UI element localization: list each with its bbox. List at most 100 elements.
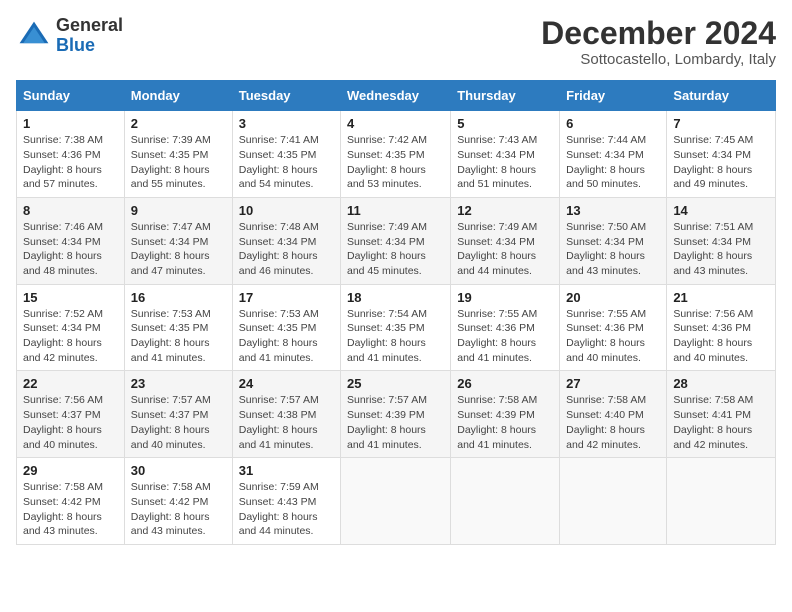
calendar-day-cell: 26 Sunrise: 7:58 AM Sunset: 4:39 PM Dayli… bbox=[451, 371, 560, 458]
header-day-thursday: Thursday bbox=[451, 81, 560, 111]
header: General Blue December 2024 Sottocastello… bbox=[16, 16, 776, 68]
logo: General Blue bbox=[16, 16, 123, 56]
calendar-day-cell: 20Sunrise: 7:55 AM Sunset: 4:36 PM Dayli… bbox=[560, 284, 667, 371]
calendar-day-cell: 16Sunrise: 7:53 AM Sunset: 4:35 PM Dayli… bbox=[124, 284, 232, 371]
day-number: 11 bbox=[347, 203, 444, 218]
day-number: 14 bbox=[673, 203, 769, 218]
calendar-day-cell: 22Sunrise: 7:56 AM Sunset: 4:37 PM Dayli… bbox=[17, 371, 125, 458]
day-info: Sunrise: 7:56 AM Sunset: 4:37 PM Dayligh… bbox=[23, 393, 118, 452]
day-info: Sunrise: 7:42 AM Sunset: 4:35 PM Dayligh… bbox=[347, 133, 444, 192]
calendar-day-cell: 10 Sunrise: 7:48 AM Sunset: 4:34 PM Dayli… bbox=[232, 197, 340, 284]
day-number: 27 bbox=[566, 376, 660, 391]
day-number: 7 bbox=[673, 116, 769, 131]
day-number: 6 bbox=[566, 116, 660, 131]
day-info: Sunrise: 7:58 AM Sunset: 4:39 PM Dayligh… bbox=[457, 393, 553, 452]
calendar-day-cell: 6Sunrise: 7:44 AM Sunset: 4:34 PM Daylig… bbox=[560, 111, 667, 198]
calendar-day-cell: 25 Sunrise: 7:57 AM Sunset: 4:39 PM Dayli… bbox=[341, 371, 451, 458]
day-number: 31 bbox=[239, 463, 334, 478]
header-day-friday: Friday bbox=[560, 81, 667, 111]
day-number: 24 bbox=[239, 376, 334, 391]
day-number: 5 bbox=[457, 116, 553, 131]
calendar-day-cell: 3 Sunrise: 7:41 AM Sunset: 4:35 PM Daylig… bbox=[232, 111, 340, 198]
calendar-week-row: 22Sunrise: 7:56 AM Sunset: 4:37 PM Dayli… bbox=[17, 371, 776, 458]
header-day-saturday: Saturday bbox=[667, 81, 776, 111]
day-number: 26 bbox=[457, 376, 553, 391]
day-number: 28 bbox=[673, 376, 769, 391]
calendar-day-cell: 31 Sunrise: 7:59 AM Sunset: 4:43 PM Dayli… bbox=[232, 458, 340, 545]
calendar-day-cell: 2Sunrise: 7:39 AM Sunset: 4:35 PM Daylig… bbox=[124, 111, 232, 198]
day-info: Sunrise: 7:57 AM Sunset: 4:38 PM Dayligh… bbox=[239, 393, 334, 452]
day-info: Sunrise: 7:52 AM Sunset: 4:34 PM Dayligh… bbox=[23, 307, 118, 366]
day-number: 18 bbox=[347, 290, 444, 305]
day-number: 16 bbox=[131, 290, 226, 305]
calendar-day-cell: 4 Sunrise: 7:42 AM Sunset: 4:35 PM Daylig… bbox=[341, 111, 451, 198]
day-info: Sunrise: 7:57 AM Sunset: 4:39 PM Dayligh… bbox=[347, 393, 444, 452]
header-day-sunday: Sunday bbox=[17, 81, 125, 111]
day-number: 29 bbox=[23, 463, 118, 478]
day-info: Sunrise: 7:59 AM Sunset: 4:43 PM Dayligh… bbox=[239, 480, 334, 539]
day-number: 3 bbox=[239, 116, 334, 131]
calendar-table: SundayMondayTuesdayWednesdayThursdayFrid… bbox=[16, 80, 776, 545]
calendar-week-row: 15 Sunrise: 7:52 AM Sunset: 4:34 PM Dayli… bbox=[17, 284, 776, 371]
calendar-day-cell: 23 Sunrise: 7:57 AM Sunset: 4:37 PM Dayli… bbox=[124, 371, 232, 458]
logo-icon bbox=[16, 18, 52, 54]
calendar-day-cell bbox=[341, 458, 451, 545]
day-info: Sunrise: 7:39 AM Sunset: 4:35 PM Dayligh… bbox=[131, 133, 226, 192]
day-number: 15 bbox=[23, 290, 118, 305]
logo-general: General bbox=[56, 15, 123, 35]
title-area: December 2024 Sottocastello, Lombardy, I… bbox=[541, 16, 776, 68]
calendar-day-cell: 18 Sunrise: 7:54 AM Sunset: 4:35 PM Dayli… bbox=[341, 284, 451, 371]
day-info: Sunrise: 7:43 AM Sunset: 4:34 PM Dayligh… bbox=[457, 133, 553, 192]
calendar-day-cell: 17Sunrise: 7:53 AM Sunset: 4:35 PM Dayli… bbox=[232, 284, 340, 371]
calendar-day-cell bbox=[667, 458, 776, 545]
day-number: 1 bbox=[23, 116, 118, 131]
day-info: Sunrise: 7:49 AM Sunset: 4:34 PM Dayligh… bbox=[347, 220, 444, 279]
calendar-day-cell: 30Sunrise: 7:58 AM Sunset: 4:42 PM Dayli… bbox=[124, 458, 232, 545]
calendar-day-cell: 19 Sunrise: 7:55 AM Sunset: 4:36 PM Dayli… bbox=[451, 284, 560, 371]
calendar-day-cell: 11 Sunrise: 7:49 AM Sunset: 4:34 PM Dayli… bbox=[341, 197, 451, 284]
day-number: 23 bbox=[131, 376, 226, 391]
calendar-day-cell: 14 Sunrise: 7:51 AM Sunset: 4:34 PM Dayli… bbox=[667, 197, 776, 284]
day-number: 20 bbox=[566, 290, 660, 305]
day-info: Sunrise: 7:58 AM Sunset: 4:40 PM Dayligh… bbox=[566, 393, 660, 452]
header-day-wednesday: Wednesday bbox=[341, 81, 451, 111]
header-day-tuesday: Tuesday bbox=[232, 81, 340, 111]
month-title: December 2024 bbox=[541, 16, 776, 51]
day-info: Sunrise: 7:47 AM Sunset: 4:34 PM Dayligh… bbox=[131, 220, 226, 279]
day-info: Sunrise: 7:56 AM Sunset: 4:36 PM Dayligh… bbox=[673, 307, 769, 366]
logo-blue: Blue bbox=[56, 35, 95, 55]
calendar-day-cell: 21 Sunrise: 7:56 AM Sunset: 4:36 PM Dayli… bbox=[667, 284, 776, 371]
calendar-day-cell: 29 Sunrise: 7:58 AM Sunset: 4:42 PM Dayli… bbox=[17, 458, 125, 545]
calendar-day-cell: 28 Sunrise: 7:58 AM Sunset: 4:41 PM Dayli… bbox=[667, 371, 776, 458]
calendar-day-cell: 7 Sunrise: 7:45 AM Sunset: 4:34 PM Daylig… bbox=[667, 111, 776, 198]
calendar-week-row: 8Sunrise: 7:46 AM Sunset: 4:34 PM Daylig… bbox=[17, 197, 776, 284]
calendar-day-cell: 27 Sunrise: 7:58 AM Sunset: 4:40 PM Dayli… bbox=[560, 371, 667, 458]
day-number: 13 bbox=[566, 203, 660, 218]
day-number: 25 bbox=[347, 376, 444, 391]
calendar-day-cell: 15 Sunrise: 7:52 AM Sunset: 4:34 PM Dayli… bbox=[17, 284, 125, 371]
day-number: 10 bbox=[239, 203, 334, 218]
day-info: Sunrise: 7:41 AM Sunset: 4:35 PM Dayligh… bbox=[239, 133, 334, 192]
calendar-week-row: 29 Sunrise: 7:58 AM Sunset: 4:42 PM Dayli… bbox=[17, 458, 776, 545]
day-number: 12 bbox=[457, 203, 553, 218]
day-info: Sunrise: 7:54 AM Sunset: 4:35 PM Dayligh… bbox=[347, 307, 444, 366]
day-info: Sunrise: 7:49 AM Sunset: 4:34 PM Dayligh… bbox=[457, 220, 553, 279]
calendar-day-cell: 24 Sunrise: 7:57 AM Sunset: 4:38 PM Dayli… bbox=[232, 371, 340, 458]
day-info: Sunrise: 7:57 AM Sunset: 4:37 PM Dayligh… bbox=[131, 393, 226, 452]
day-number: 4 bbox=[347, 116, 444, 131]
day-info: Sunrise: 7:38 AM Sunset: 4:36 PM Dayligh… bbox=[23, 133, 118, 192]
header-day-monday: Monday bbox=[124, 81, 232, 111]
day-number: 8 bbox=[23, 203, 118, 218]
calendar-week-row: 1 Sunrise: 7:38 AM Sunset: 4:36 PM Daylig… bbox=[17, 111, 776, 198]
day-number: 21 bbox=[673, 290, 769, 305]
day-info: Sunrise: 7:48 AM Sunset: 4:34 PM Dayligh… bbox=[239, 220, 334, 279]
day-info: Sunrise: 7:45 AM Sunset: 4:34 PM Dayligh… bbox=[673, 133, 769, 192]
calendar-day-cell bbox=[560, 458, 667, 545]
day-info: Sunrise: 7:58 AM Sunset: 4:41 PM Dayligh… bbox=[673, 393, 769, 452]
location-subtitle: Sottocastello, Lombardy, Italy bbox=[541, 51, 776, 68]
day-info: Sunrise: 7:58 AM Sunset: 4:42 PM Dayligh… bbox=[23, 480, 118, 539]
calendar-day-cell: 9Sunrise: 7:47 AM Sunset: 4:34 PM Daylig… bbox=[124, 197, 232, 284]
day-info: Sunrise: 7:51 AM Sunset: 4:34 PM Dayligh… bbox=[673, 220, 769, 279]
day-info: Sunrise: 7:55 AM Sunset: 4:36 PM Dayligh… bbox=[457, 307, 553, 366]
day-number: 19 bbox=[457, 290, 553, 305]
